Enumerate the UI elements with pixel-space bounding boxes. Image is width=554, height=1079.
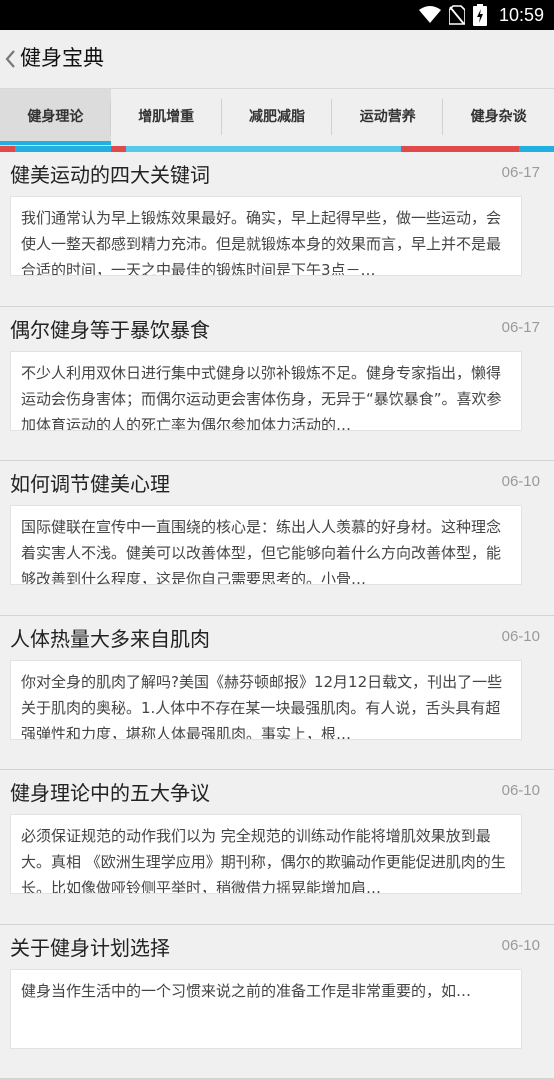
- status-time: 10:59: [499, 5, 544, 26]
- chevron-left-icon[interactable]: [3, 45, 17, 73]
- list-item[interactable]: 偶尔健身等于暴饮暴食 06-17 不少人利用双休日进行集中式健身以弥补锻炼不足。…: [0, 307, 554, 462]
- article-date: 06-17: [502, 319, 540, 336]
- list-item[interactable]: 健美运动的四大关键词 06-17 我们通常认为早上锻炼效果最好。确实，早上起得早…: [0, 152, 554, 307]
- status-bar: 10:59: [0, 0, 554, 30]
- article-date: 06-10: [502, 937, 540, 954]
- tab-label: 健身理论: [27, 109, 83, 125]
- article-title: 偶尔健身等于暴饮暴食: [10, 314, 210, 343]
- article-date: 06-10: [502, 782, 540, 799]
- article-title: 健美运动的四大关键词: [10, 159, 210, 188]
- article-title: 关于健身计划选择: [10, 932, 170, 961]
- article-summary: 我们通常认为早上锻炼效果最好。确实，早上起得早些，做一些运动，会使人一整天都感到…: [10, 196, 522, 276]
- app-bar: 健身宝典: [0, 30, 554, 89]
- active-tab-indicator: [0, 141, 111, 145]
- article-summary: 你对全身的肌肉了解吗?美国《赫芬顿邮报》12月12日载文，刊出了一些关于肌肉的奥…: [10, 660, 522, 740]
- tab-bar: 健身理论 增肌增重 减肥减脂 运动营养 健身杂谈: [0, 89, 554, 146]
- tab-label: 增肌增重: [138, 109, 194, 125]
- status-icons: 10:59: [419, 0, 544, 30]
- tab-label: 运动营养: [360, 109, 416, 125]
- no-sim-icon: [449, 5, 465, 25]
- article-summary: 必须保证规范的动作我们以为 完全规范的训练动作能将增肌效果放到最大。真相 《欧洲…: [10, 814, 522, 894]
- tab-label: 健身杂谈: [471, 109, 527, 125]
- article-summary: 国际健联在宣传中一直围绕的核心是：练出人人羡慕的好身材。这种理念着实害人不浅。健…: [10, 505, 522, 585]
- article-date: 06-10: [502, 473, 540, 490]
- article-title: 如何调节健美心理: [10, 468, 170, 497]
- tab-label: 减肥减脂: [249, 109, 305, 125]
- page-title: 健身宝典: [20, 42, 104, 72]
- article-title: 人体热量大多来自肌肉: [10, 623, 210, 652]
- tab-fitness-theory[interactable]: 健身理论: [0, 89, 111, 146]
- article-summary: 健身当作生活中的一个习惯来说之前的准备工作是非常重要的，如…: [10, 969, 522, 1049]
- article-list: 健美运动的四大关键词 06-17 我们通常认为早上锻炼效果最好。确实，早上起得早…: [0, 152, 554, 1079]
- wifi-icon: [419, 6, 441, 24]
- article-date: 06-17: [502, 164, 540, 181]
- tab-fitness-misc[interactable]: 健身杂谈: [443, 89, 554, 146]
- article-date: 06-10: [502, 628, 540, 645]
- list-item[interactable]: 人体热量大多来自肌肉 06-10 你对全身的肌肉了解吗?美国《赫芬顿邮报》12月…: [0, 616, 554, 771]
- list-item[interactable]: 健身理论中的五大争议 06-10 必须保证规范的动作我们以为 完全规范的训练动作…: [0, 770, 554, 925]
- list-item[interactable]: 关于健身计划选择 06-10 健身当作生活中的一个习惯来说之前的准备工作是非常重…: [0, 925, 554, 1079]
- article-summary: 不少人利用双休日进行集中式健身以弥补锻炼不足。健身专家指出，懒得运动会伤身害体；…: [10, 351, 522, 431]
- tab-fat-loss[interactable]: 减肥减脂: [222, 89, 333, 146]
- battery-charging-icon: [473, 4, 487, 26]
- article-title: 健身理论中的五大争议: [10, 777, 210, 806]
- tab-muscle-gain[interactable]: 增肌增重: [111, 89, 222, 146]
- list-item[interactable]: 如何调节健美心理 06-10 国际健联在宣传中一直围绕的核心是：练出人人羡慕的好…: [0, 461, 554, 616]
- tab-sports-nutrition[interactable]: 运动营养: [332, 89, 443, 146]
